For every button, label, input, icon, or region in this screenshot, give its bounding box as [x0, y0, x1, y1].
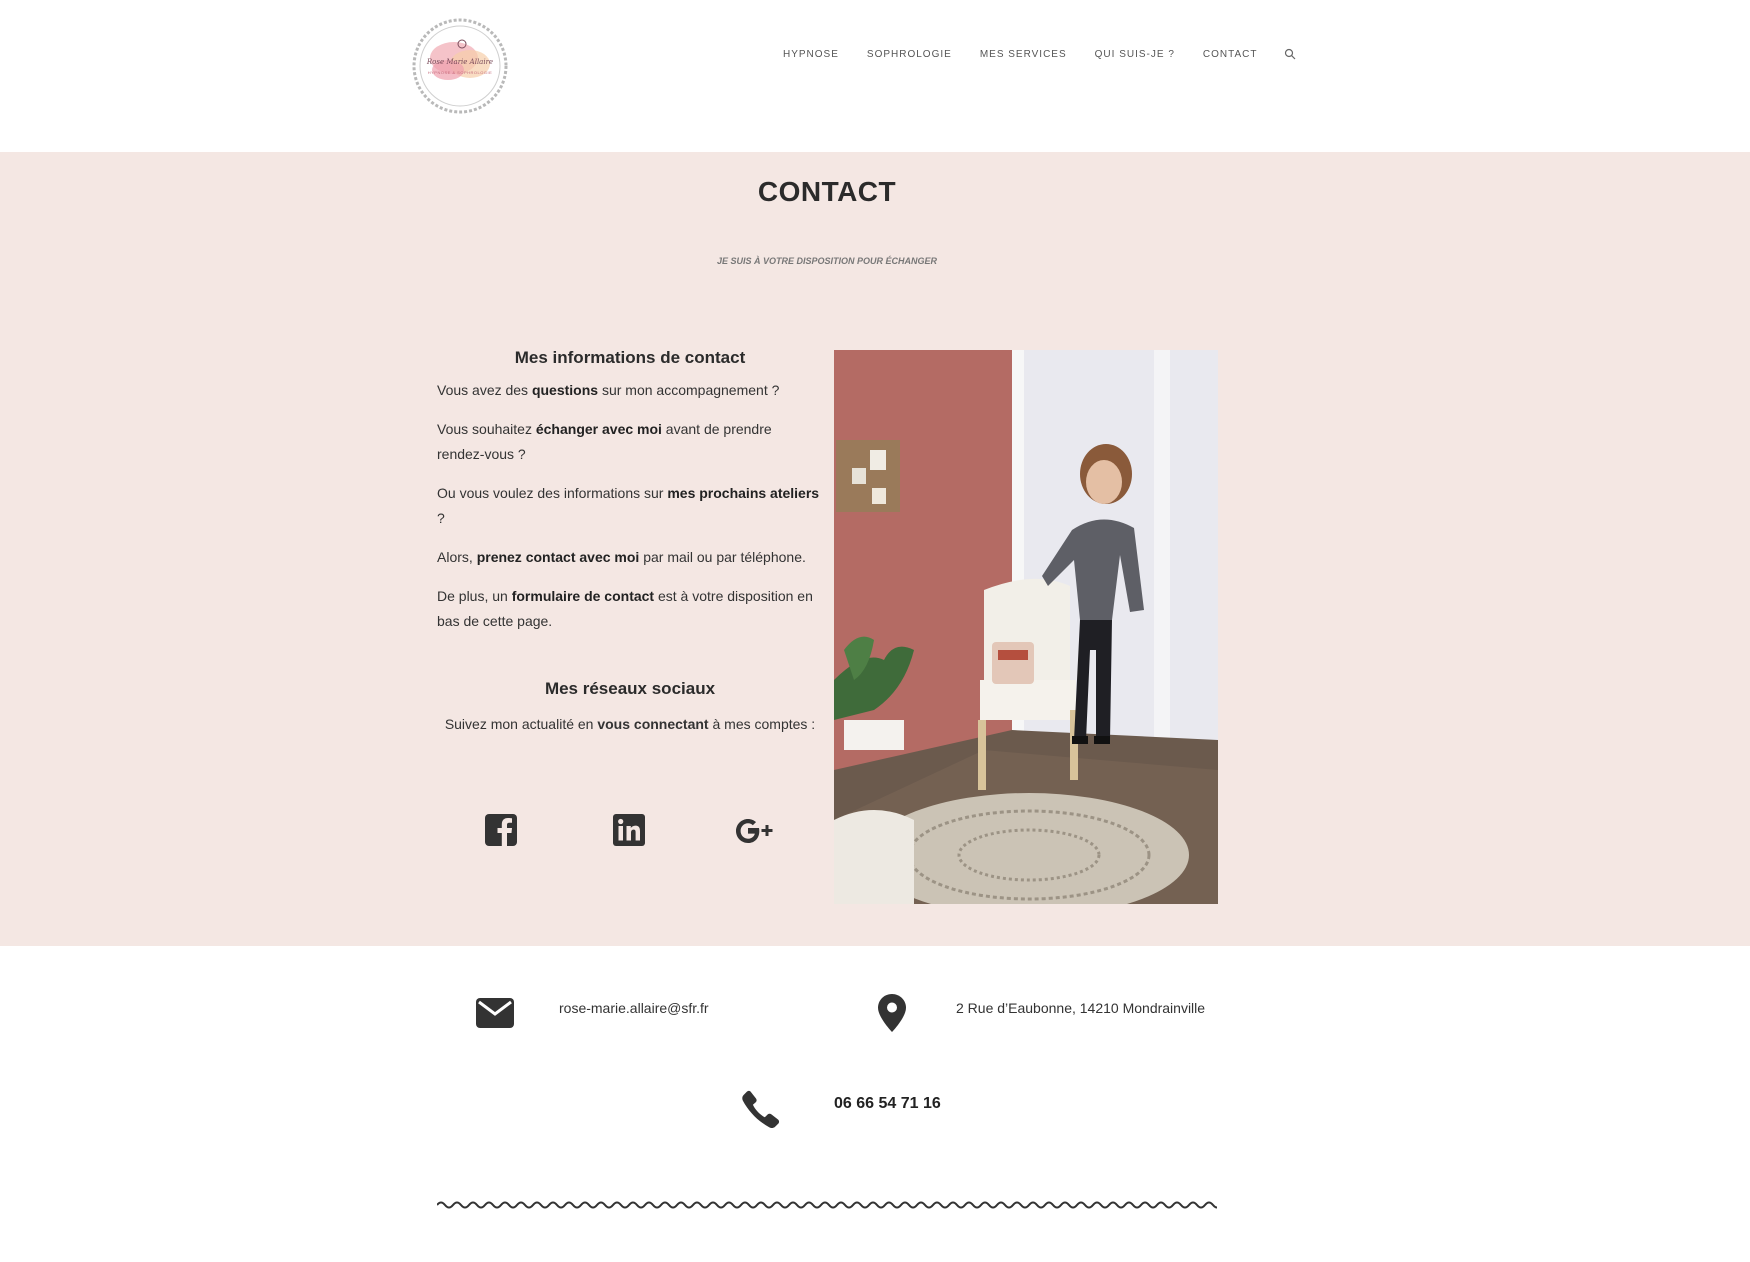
contact-paragraph-1: Vous avez des questions sur mon accompag…: [437, 382, 780, 398]
site-logo[interactable]: Rose Marie Allaire HYPNOSE & SOPHROLOGIE: [408, 14, 512, 118]
phone-icon: [742, 1090, 780, 1128]
page-title: CONTACT: [757, 176, 897, 207]
search-icon[interactable]: [1284, 48, 1296, 60]
social-text: Suivez mon actualité en vous connectant …: [444, 716, 816, 732]
google-plus-icon[interactable]: [734, 812, 780, 848]
contact-paragraph-3: Ou vous voulez des informations sur mes …: [437, 485, 820, 526]
envelope-icon: [476, 998, 514, 1028]
wave-divider: [437, 1201, 1217, 1209]
map-pin-icon: [878, 994, 906, 1032]
nav-item-qui-suis-je[interactable]: QUI SUIS-JE ?: [1095, 49, 1175, 60]
email-link[interactable]: rose-marie.allaire@sfr.fr: [559, 1000, 709, 1016]
contact-info-column: Mes informations de contact Vous avez de…: [437, 348, 823, 648]
nav-item-hypnose[interactable]: HYPNOSE: [783, 49, 839, 60]
phone-number[interactable]: 06 66 54 71 16: [834, 1095, 941, 1113]
logo-name: Rose Marie Allaire: [426, 58, 494, 66]
social-heading: Mes réseaux sociaux: [544, 679, 716, 698]
contact-info-heading: Mes informations de contact: [514, 348, 746, 367]
main-nav: HYPNOSE SOPHROLOGIE MES SERVICES QUI SUI…: [783, 47, 1296, 61]
logo-wreath-icon: [412, 18, 508, 114]
therapist-office-photo: [834, 350, 1218, 904]
nav-item-sophrologie[interactable]: SOPHROLOGIE: [867, 49, 952, 60]
contact-paragraph-2: Vous souhaitez échanger avec moi avant d…: [437, 421, 772, 462]
address-text: 2 Rue d’Eaubonne, 14210 Mondrainville: [956, 1000, 1206, 1016]
nav-item-mes-services[interactable]: MES SERVICES: [980, 49, 1067, 60]
linkedin-icon[interactable]: [611, 812, 647, 848]
contact-paragraph-5: De plus, un formulaire de contact est à …: [437, 588, 813, 629]
nav-item-contact[interactable]: CONTACT: [1203, 49, 1258, 60]
contact-section: CONTACT JE SUIS À VOTRE DISPOSITION POUR…: [0, 152, 1750, 946]
facebook-icon[interactable]: [483, 812, 519, 848]
logo-tagline: HYPNOSE & SOPHROLOGIE: [427, 70, 493, 75]
site-header: Rose Marie Allaire HYPNOSE & SOPHROLOGIE…: [0, 0, 1750, 152]
page-subtitle: JE SUIS À VOTRE DISPOSITION POUR ÉCHANGE…: [716, 256, 938, 266]
contact-paragraph-4: Alors, prenez contact avec moi par mail …: [437, 549, 806, 565]
